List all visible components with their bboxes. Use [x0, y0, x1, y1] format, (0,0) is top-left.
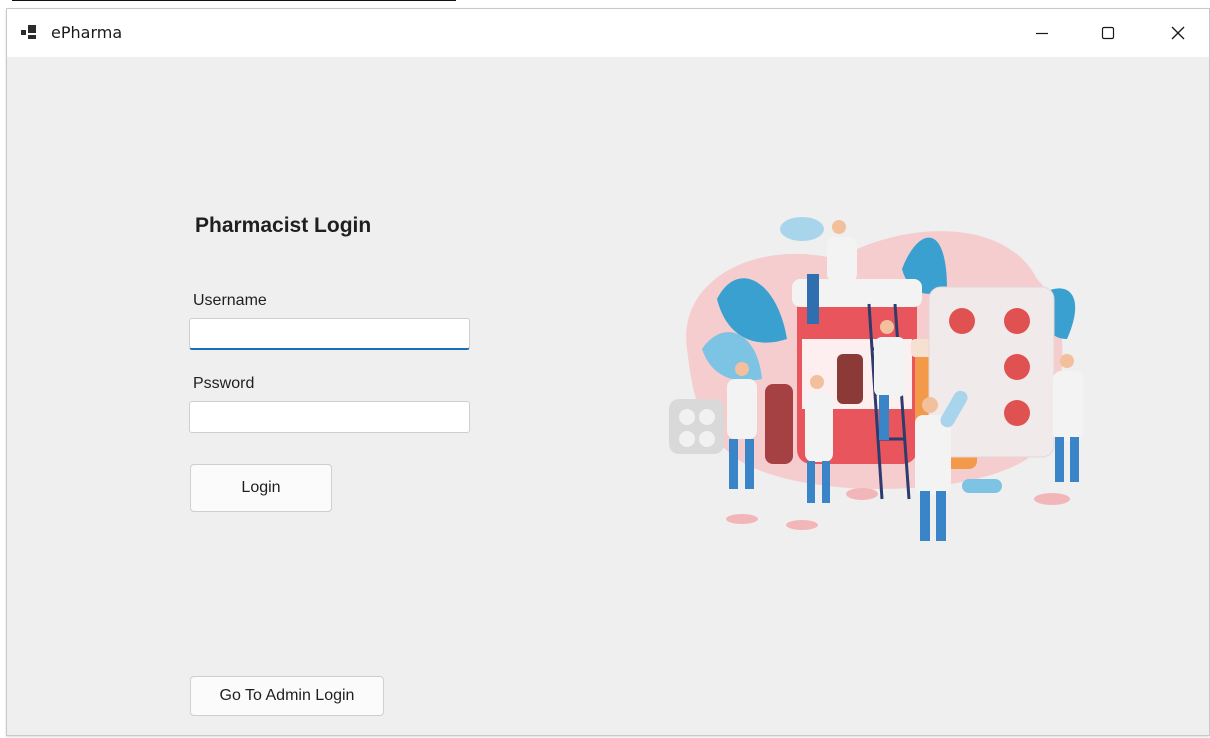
app-window: ePharma Pharmacist Login Username Psswor… [6, 8, 1210, 736]
title-bar[interactable]: ePharma [7, 9, 1209, 57]
admin-login-button[interactable]: Go To Admin Login [190, 676, 384, 716]
window-title: ePharma [51, 23, 123, 42]
maximize-button[interactable] [1073, 9, 1143, 57]
close-button[interactable] [1143, 9, 1209, 57]
app-icon [21, 25, 36, 39]
page-title: Pharmacist Login [195, 214, 372, 237]
top-divider-line [12, 0, 456, 1]
minimize-button[interactable] [1007, 9, 1077, 57]
username-label: Username [193, 292, 267, 309]
password-input[interactable] [189, 401, 470, 433]
password-label: Pssword [193, 375, 255, 392]
pharmacy-illustration [669, 217, 1083, 541]
maximize-icon [1101, 26, 1115, 40]
login-button[interactable]: Login [190, 464, 332, 512]
username-input[interactable] [189, 318, 470, 350]
close-icon [1171, 26, 1185, 40]
minimize-icon [1036, 32, 1048, 35]
